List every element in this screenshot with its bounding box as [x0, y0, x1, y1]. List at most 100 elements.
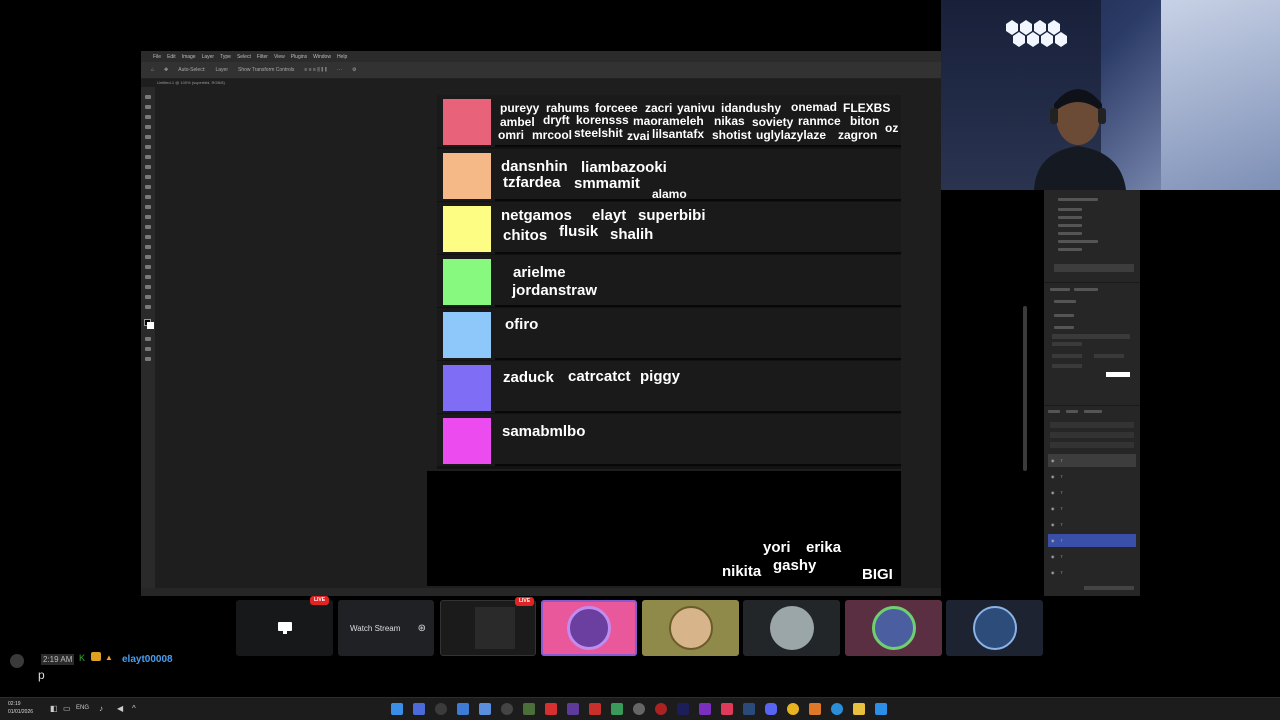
more-tools-icon[interactable] — [145, 305, 151, 309]
layer-row[interactable]: ◉ T — [1048, 470, 1136, 483]
path-tool-icon[interactable] — [145, 265, 151, 269]
eye-icon[interactable]: ◉ — [1051, 506, 1055, 511]
chrome-icon[interactable] — [787, 703, 799, 715]
unranked-name[interactable]: yori — [763, 540, 791, 555]
blur-tool-icon[interactable] — [145, 225, 151, 229]
participant-tile[interactable] — [743, 600, 840, 656]
layer-row[interactable]: ◉ T — [1048, 518, 1136, 531]
color-swatch[interactable] — [1106, 372, 1130, 377]
paths-tab[interactable] — [1066, 410, 1078, 413]
move-tool-icon[interactable] — [145, 95, 151, 99]
tier-name[interactable]: alamo — [652, 188, 687, 200]
tier-name[interactable]: shotist — [712, 129, 751, 141]
history-item[interactable] — [1058, 224, 1082, 227]
tier-name[interactable]: zacri — [645, 102, 672, 114]
tier-name[interactable]: jordanstraw — [512, 283, 597, 298]
layer-filter-bar[interactable] — [1050, 422, 1134, 428]
eye-icon[interactable]: ◉ — [1051, 458, 1055, 463]
notification-icon[interactable]: ◧ — [50, 704, 58, 713]
history-brush-tool-icon[interactable] — [145, 195, 151, 199]
zoom-tool-icon[interactable] — [145, 295, 151, 299]
app-icon[interactable] — [655, 703, 667, 715]
history-item[interactable] — [1058, 232, 1082, 235]
home-icon[interactable]: ⌂ — [151, 67, 154, 73]
eraser-tool-icon[interactable] — [145, 205, 151, 209]
tier-name[interactable]: zvai — [627, 130, 650, 142]
menu-edit[interactable]: Edit — [167, 54, 176, 60]
history-item[interactable] — [1058, 240, 1098, 243]
healing-tool-icon[interactable] — [145, 165, 151, 169]
eye-icon[interactable]: ◉ — [1051, 474, 1055, 479]
tier-name[interactable]: catrcatct — [568, 369, 631, 384]
tier-name[interactable]: idandushy — [721, 102, 781, 114]
unranked-name[interactable]: nikita — [722, 564, 761, 579]
menu-filter[interactable]: Filter — [257, 54, 268, 60]
tier-name[interactable]: smmamit — [574, 176, 640, 191]
lasso-tool-icon[interactable] — [145, 115, 151, 119]
tier-name[interactable]: ranmce — [798, 115, 841, 127]
participant-tile[interactable] — [541, 600, 637, 656]
tier-name[interactable]: steelshit — [574, 127, 623, 139]
premiere-icon[interactable] — [677, 703, 689, 715]
channels-tab[interactable] — [1084, 410, 1102, 413]
layer-row[interactable]: ◉ T — [1048, 454, 1136, 467]
leading-field[interactable] — [1094, 354, 1124, 358]
tier-name[interactable]: chitos — [503, 228, 547, 243]
eyedropper-tool-icon[interactable] — [145, 155, 151, 159]
dodge-tool-icon[interactable] — [145, 235, 151, 239]
eye-icon[interactable]: ◉ — [1051, 554, 1055, 559]
eye-icon[interactable]: ◉ — [1051, 522, 1055, 527]
app-icon[interactable] — [611, 703, 623, 715]
menu-file[interactable]: File — [153, 54, 161, 60]
canvas-scrollbar[interactable] — [1023, 306, 1027, 471]
layer-row[interactable]: ◉ T — [1048, 566, 1136, 579]
tier-name[interactable]: ambel — [500, 116, 535, 128]
pen-tool-icon[interactable] — [145, 245, 151, 249]
menu-window[interactable]: Window — [313, 54, 331, 60]
adjustments-tab[interactable] — [1074, 288, 1098, 291]
shape-tool-icon[interactable] — [145, 275, 151, 279]
screen-mode-icon[interactable] — [145, 347, 151, 351]
app-icon[interactable] — [501, 703, 513, 715]
stream-preview-tile[interactable]: LIVE — [440, 597, 536, 656]
tier-name[interactable]: ofiro — [505, 317, 538, 332]
tier-name[interactable]: biton — [850, 115, 879, 127]
tier-name[interactable]: netgamos — [501, 208, 572, 223]
brush-tool-icon[interactable] — [145, 175, 151, 179]
app-icon[interactable] — [699, 703, 711, 715]
gradient-tool-icon[interactable] — [145, 215, 151, 219]
properties-tab[interactable] — [1050, 288, 1070, 291]
microphone-icon[interactable]: ♪ — [99, 704, 103, 713]
app-icon[interactable] — [479, 703, 491, 715]
tier-name[interactable]: zaduck — [503, 370, 554, 385]
crop-tool-icon[interactable] — [145, 135, 151, 139]
app-icon[interactable] — [413, 703, 425, 715]
tier-name[interactable]: tzfardea — [503, 175, 561, 190]
tier-name[interactable]: shalih — [610, 227, 653, 242]
history-item[interactable] — [1058, 216, 1082, 219]
app-icon[interactable] — [545, 703, 557, 715]
app-icon[interactable] — [457, 703, 469, 715]
background-color-swatch[interactable] — [147, 322, 154, 329]
layer-row[interactable]: ◉ T — [1048, 550, 1136, 563]
tier-name[interactable]: zagron — [838, 129, 877, 141]
type-tool-icon[interactable] — [145, 255, 151, 259]
tier-name[interactable]: arielme — [513, 265, 566, 280]
stamp-tool-icon[interactable] — [145, 185, 151, 189]
tier-name[interactable]: omri — [498, 129, 524, 141]
font-family-field[interactable] — [1052, 334, 1130, 339]
username[interactable]: elayt00008 — [122, 654, 173, 665]
participant-tile[interactable] — [946, 600, 1043, 656]
auto-select-label[interactable]: Auto-Select: — [178, 67, 205, 73]
tier-name[interactable]: dansnhin — [501, 159, 568, 174]
font-style-field[interactable] — [1052, 342, 1082, 346]
tier-name[interactable]: mrcool — [532, 129, 572, 141]
taskbar-clock[interactable]: 02:19 01/01/2026 — [8, 700, 48, 720]
tier-name[interactable]: dryft — [543, 114, 570, 126]
layer-actions-bar[interactable] — [1084, 586, 1134, 590]
history-item[interactable] — [1058, 248, 1082, 251]
tier-name[interactable]: FLEXBS — [843, 102, 890, 114]
tier-name[interactable]: samabmlbo — [502, 424, 585, 439]
brave-icon[interactable] — [809, 703, 821, 715]
screen-share-tile[interactable]: LIVE — [236, 596, 333, 656]
